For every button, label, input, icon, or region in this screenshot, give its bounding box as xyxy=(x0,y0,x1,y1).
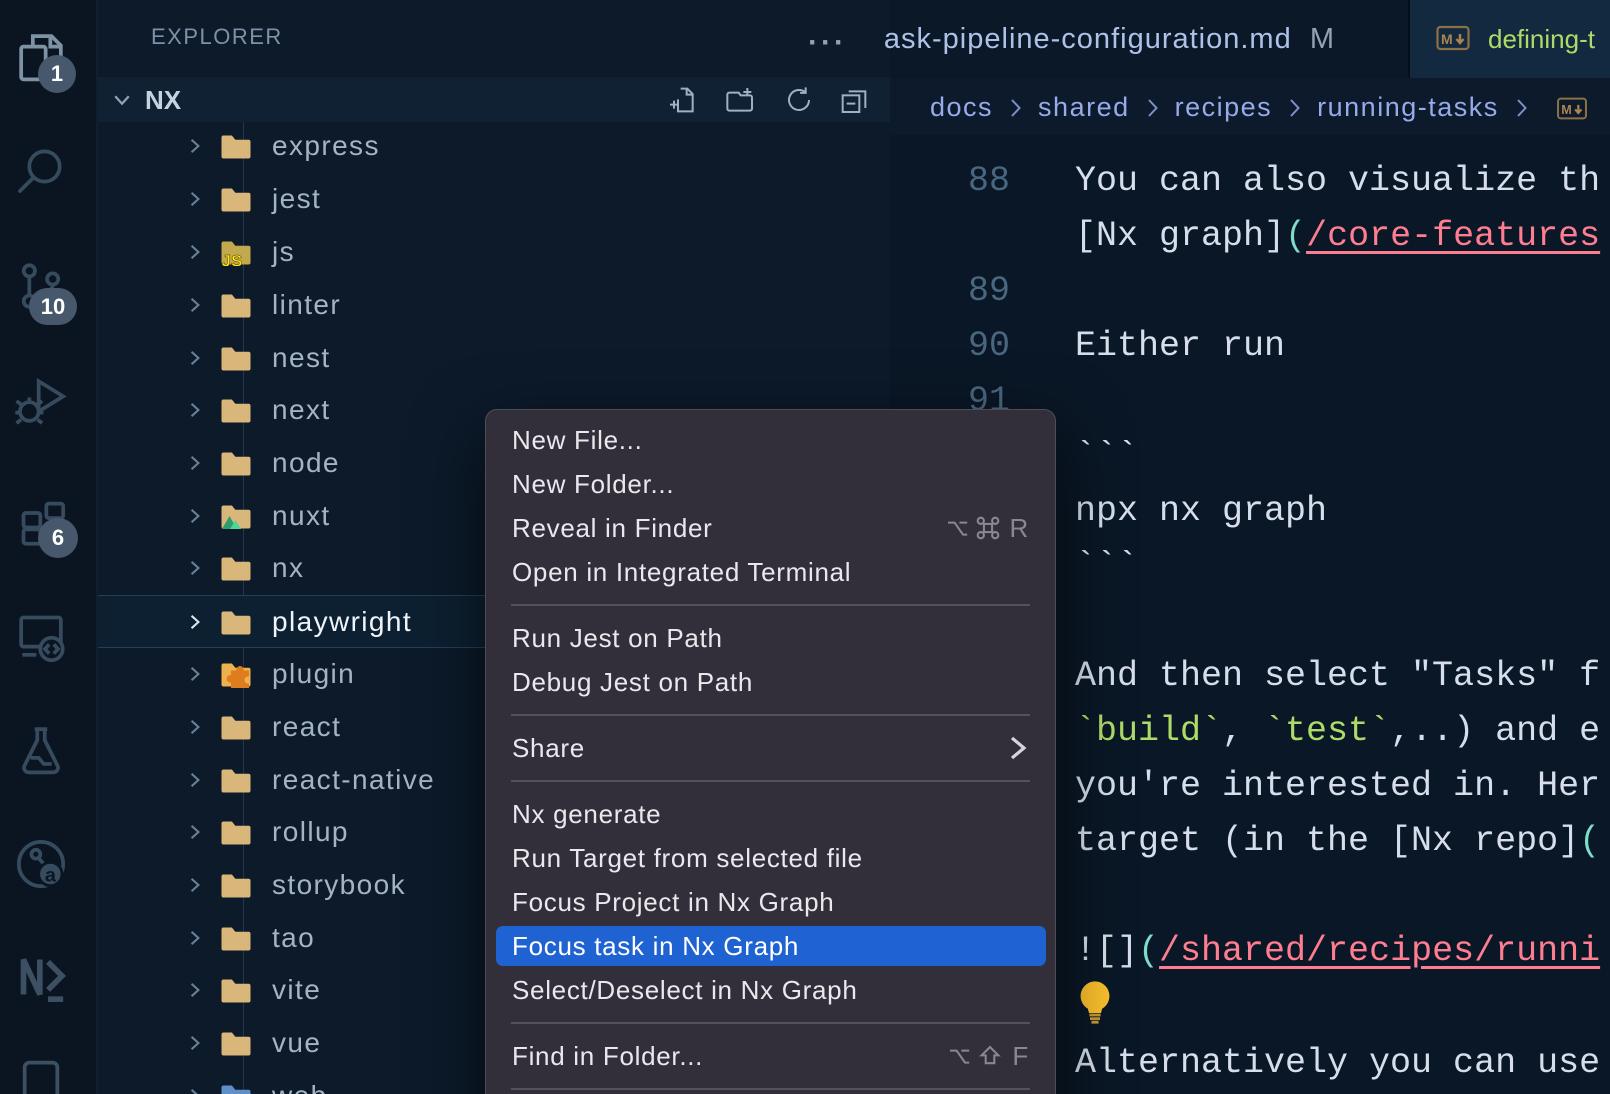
svg-text:a: a xyxy=(45,864,57,886)
svg-text:JS: JS xyxy=(222,252,243,267)
svg-text:M: M xyxy=(1561,103,1572,117)
svg-text:M: M xyxy=(1441,31,1453,47)
